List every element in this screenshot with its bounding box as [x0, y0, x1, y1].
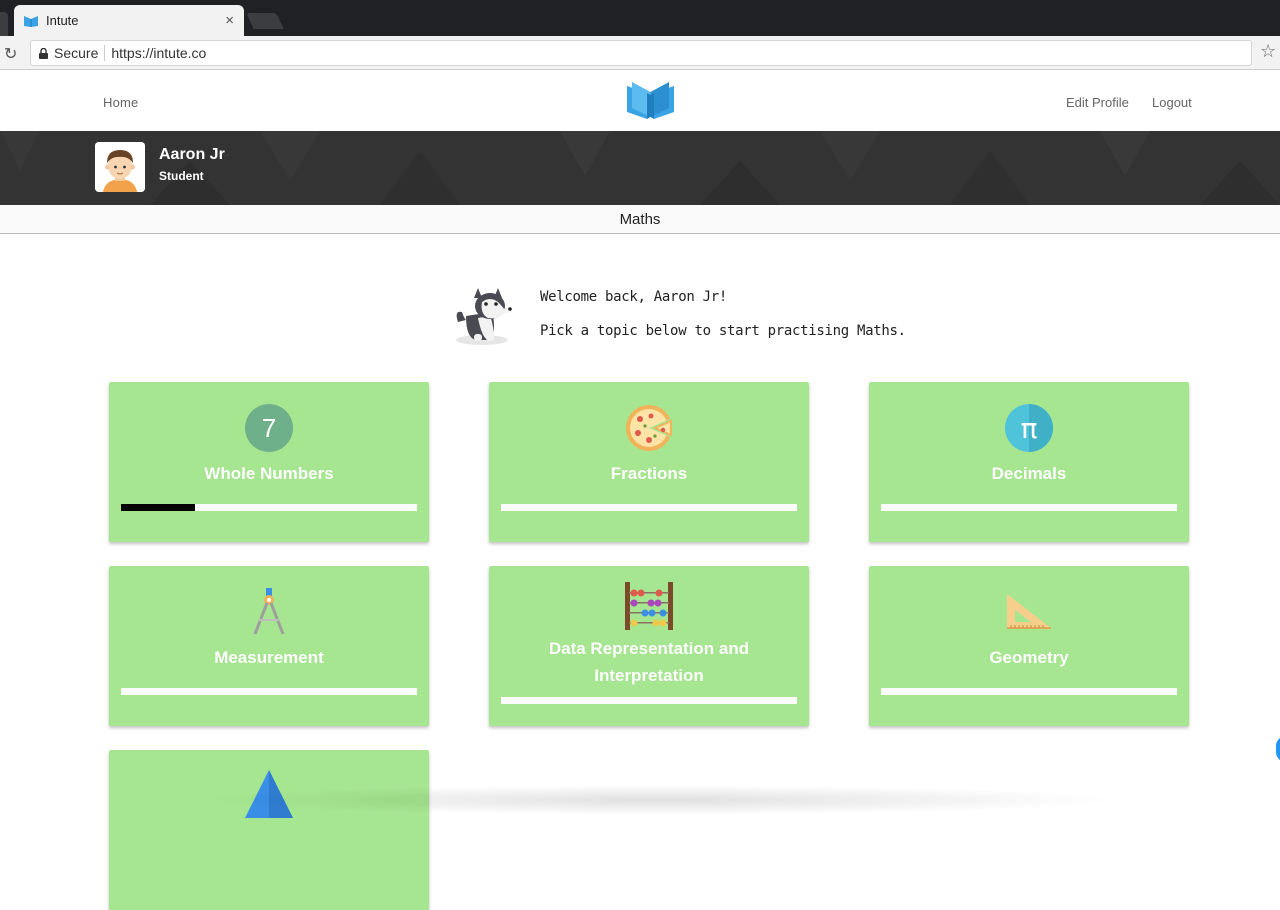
- topic-progress-bar: [881, 688, 1177, 695]
- topic-card-partial[interactable]: [109, 750, 429, 910]
- address-bar: ↻ Secure https://intute.co ☆: [0, 36, 1280, 70]
- topic-progress-bar: [881, 504, 1177, 511]
- topic-progress-bar: [501, 504, 797, 511]
- logout-link[interactable]: Logout: [1152, 95, 1192, 110]
- abacus-icon: [625, 582, 673, 630]
- new-tab-button[interactable]: [246, 13, 284, 29]
- topic-label-line1: Data Representation and: [548, 639, 750, 658]
- boy-avatar-icon: [95, 142, 145, 192]
- topic-label: Geometry: [989, 648, 1069, 667]
- browser-tab[interactable]: Intute ×: [14, 5, 244, 36]
- url-field[interactable]: Secure https://intute.co: [30, 40, 1252, 66]
- tab-title: Intute: [46, 13, 79, 28]
- subject-title: Maths: [0, 205, 1280, 234]
- topic-progress-bar: [121, 504, 417, 511]
- profile-role: Student: [159, 169, 204, 183]
- topic-progress-fill: [121, 504, 195, 511]
- reload-icon[interactable]: ↻: [4, 44, 17, 64]
- profile-banner: Aaron Jr Student: [0, 131, 1280, 205]
- topic-card-decimals[interactable]: π Decimals: [869, 382, 1189, 542]
- topic-card-geometry[interactable]: Geometry: [869, 566, 1189, 726]
- topic-label: Fractions: [610, 464, 688, 483]
- husky-dog-icon: [456, 288, 512, 345]
- pizza-icon: [626, 405, 673, 451]
- topic-progress-bar: [121, 688, 417, 695]
- compass-icon: [253, 588, 285, 635]
- tab-close-icon[interactable]: ×: [225, 12, 234, 29]
- favicon-icon: [24, 15, 38, 27]
- svg-text:π: π: [1021, 412, 1038, 445]
- browser-tab-strip: Intute ×: [0, 0, 1280, 36]
- topic-label: Whole Numbers: [204, 464, 334, 483]
- svg-text:7: 7: [262, 413, 276, 443]
- nav-home-link[interactable]: Home: [103, 95, 138, 110]
- set-square-icon: [1007, 594, 1051, 629]
- open-book-icon[interactable]: [627, 82, 674, 119]
- site-header: Home Edit Profile Logout: [0, 71, 1280, 131]
- secure-label: Secure: [54, 45, 99, 61]
- omnibox-divider: [104, 45, 106, 61]
- number-seven-icon: 7: [245, 404, 293, 452]
- url-text[interactable]: https://intute.co: [111, 45, 206, 61]
- scroll-shadow: [200, 785, 1120, 815]
- topic-card-fractions[interactable]: Fractions: [489, 382, 809, 542]
- banner-pattern: [0, 131, 1280, 205]
- welcome-message: Welcome back, Aaron Jr!: [540, 289, 727, 305]
- topic-label-line2: Interpretation: [594, 666, 704, 685]
- lock-icon: [39, 47, 48, 59]
- pi-icon: π: [1005, 404, 1053, 452]
- topic-card-measurement[interactable]: Measurement: [109, 566, 429, 726]
- chat-launcher-button[interactable]: [1276, 736, 1280, 762]
- profile-name: Aaron Jr: [159, 146, 225, 163]
- topic-card-data-representation[interactable]: Data Representation and Interpretation: [489, 566, 809, 726]
- topic-progress-bar: [501, 697, 797, 704]
- bookmark-star-icon[interactable]: ☆: [1260, 41, 1276, 62]
- previous-tab-edge[interactable]: [0, 12, 8, 36]
- topic-label: Decimals: [991, 464, 1067, 483]
- edit-profile-link[interactable]: Edit Profile: [1066, 95, 1129, 110]
- topic-label: Measurement: [214, 648, 324, 667]
- welcome-instructions: Pick a topic below to start practising M…: [540, 323, 906, 339]
- topic-card-whole-numbers[interactable]: 7 Whole Numbers: [109, 382, 429, 542]
